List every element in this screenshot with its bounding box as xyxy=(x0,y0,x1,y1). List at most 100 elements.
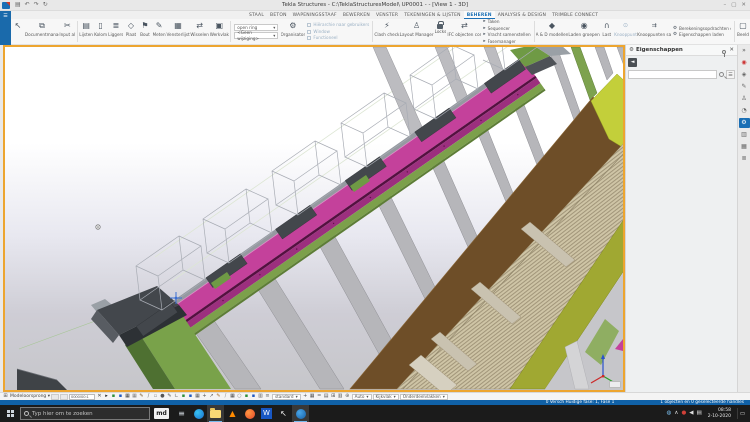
close-button[interactable]: ✕ xyxy=(741,0,746,10)
clash-check-button[interactable]: ⚡ Clash check xyxy=(374,19,400,44)
vensterlijst-button[interactable]: ▦ Vensterlijst xyxy=(166,19,190,44)
search-icon[interactable] xyxy=(719,72,724,77)
save-icon[interactable]: ▤ xyxy=(13,0,23,10)
panel-back-button[interactable]: ◄ xyxy=(628,58,637,67)
start-button[interactable] xyxy=(0,405,20,422)
taken-button[interactable]: ▸ Taken xyxy=(483,19,530,25)
model-viewport[interactable] xyxy=(3,45,625,392)
green-rafter-rib[interactable] xyxy=(570,47,598,101)
model-3d-scene[interactable] xyxy=(5,47,623,390)
notification-center-icon[interactable]: ▭ xyxy=(737,408,747,419)
snap3[interactable]: ▪ xyxy=(117,393,124,400)
file-explorer[interactable] xyxy=(207,405,224,422)
meten-button[interactable]: ✎ Meten xyxy=(152,19,166,44)
user-icon[interactable]: ♙ xyxy=(739,94,750,104)
alert-icon[interactable]: ● xyxy=(681,405,686,422)
kolom-button[interactable]: ▯ Kolom xyxy=(94,19,108,44)
organisator-button[interactable]: ⚙ Organisator xyxy=(280,19,306,44)
expand-icon[interactable]: » xyxy=(739,46,750,56)
clear[interactable]: ✕ xyxy=(96,393,103,400)
document-manager-button[interactable]: ⧉Documentmanager xyxy=(25,19,59,44)
snap4[interactable]: ▦ xyxy=(124,393,131,400)
snap22[interactable]: ▪ xyxy=(250,393,257,400)
snap21[interactable]: ▪ xyxy=(243,393,250,400)
taskbar-clock[interactable]: 08:58 2-10-2020 xyxy=(705,408,734,419)
snap10[interactable]: ✎ xyxy=(166,393,173,400)
beeld-button[interactable]: ▢ Beeld xyxy=(736,19,750,44)
knooppunten-samenvoegen-button[interactable]: ⇉Knooppunten samenvoegen xyxy=(637,19,671,44)
snapb4[interactable]: ▤ xyxy=(323,393,330,400)
snap18[interactable]: / xyxy=(222,393,229,400)
snapb5[interactable]: ⊞ xyxy=(330,393,337,400)
tab-beheren[interactable]: BEHEREN xyxy=(463,11,495,19)
origin-point-marker[interactable] xyxy=(95,224,101,230)
edge-browser[interactable] xyxy=(190,405,207,422)
locks-button[interactable]: Locks xyxy=(433,19,447,44)
tab-beton[interactable]: BETON xyxy=(267,11,290,19)
vlc-player[interactable]: ▲ xyxy=(224,405,241,422)
pointer-app[interactable]: ↖ xyxy=(275,405,292,422)
view-plane-dropdown[interactable]: Kijkvlak ▾ xyxy=(372,393,399,400)
wisselen-button[interactable]: ⇄ Wisselen xyxy=(190,19,209,44)
snap8[interactable]: ▫ xyxy=(152,393,159,400)
snap5[interactable]: ▦ xyxy=(131,393,138,400)
tekla-structures-app[interactable] xyxy=(292,405,309,422)
tab-analysis-design[interactable]: ANALYSIS & DESIGN xyxy=(495,11,549,19)
lijsten-button[interactable]: ▤ Lijsten xyxy=(79,19,94,44)
console-app[interactable]: ≡ xyxy=(173,405,190,422)
tab-staal[interactable]: STAAL xyxy=(246,11,267,19)
snap-depth-dropdown[interactable]: Auto ▾ xyxy=(351,393,372,400)
minimize-button[interactable]: – xyxy=(723,0,726,10)
firefox-browser[interactable] xyxy=(241,405,258,422)
corner-bracket[interactable] xyxy=(16,368,67,390)
tab-bewerken[interactable]: BEWERKEN xyxy=(340,11,373,19)
snap7[interactable]: / xyxy=(145,393,152,400)
vracht-button[interactable]: ▸ Vracht samenstellen xyxy=(483,32,530,38)
window-checkbox[interactable]: Window xyxy=(307,29,369,35)
tekla-online-icon[interactable]: ◉ xyxy=(739,58,750,68)
snap11[interactable]: ∟ xyxy=(173,393,180,400)
snapb2[interactable]: ▦ xyxy=(309,393,316,400)
berekeningsopdrachten-button[interactable]: ⚙Berekeningsopdrachten onderzoeken xyxy=(673,26,731,32)
volume-icon[interactable]: ◀ xyxy=(689,405,693,422)
tab-venster[interactable]: VENSTER xyxy=(373,11,401,19)
snap15[interactable]: + xyxy=(201,393,208,400)
snap12[interactable]: ▪ xyxy=(180,393,187,400)
sequencer-button[interactable]: ▸ Sequencer xyxy=(483,26,530,32)
knooppunt-button[interactable]: ⊙ Knooppunt xyxy=(614,19,637,44)
history-icon[interactable]: ◔ xyxy=(739,106,750,116)
modification-dropdown[interactable]: <Geen wijziging> ▾ xyxy=(234,30,279,41)
ifc-convert-button[interactable]: ⇄IFC objecten converteren xyxy=(447,19,481,44)
panel-search-input[interactable] xyxy=(628,70,717,79)
snap6[interactable]: ✎ xyxy=(138,393,145,400)
snap20[interactable]: ○ xyxy=(236,393,243,400)
redo-icon[interactable]: ↷ xyxy=(32,0,41,10)
language-icon[interactable]: ▤ xyxy=(697,405,702,422)
bout-button[interactable]: ⚑ Bout xyxy=(138,19,152,44)
select-tool-button[interactable]: ↖ xyxy=(11,19,25,44)
word-app[interactable]: W xyxy=(258,405,275,422)
functioneel-checkbox[interactable]: Functioneel xyxy=(307,35,369,41)
snap9[interactable]: ● xyxy=(159,393,166,400)
layout-manager-button[interactable]: ♙ Layout Manager xyxy=(400,19,434,44)
taskbar-search[interactable]: Typ hier om te zoeken xyxy=(20,407,150,420)
snapb6[interactable]: ▥ xyxy=(337,393,344,400)
tab-tekeningen-lijsten[interactable]: TEKENINGEN & LIJSTEN xyxy=(401,11,464,19)
snap23[interactable]: ▥ xyxy=(257,393,264,400)
snapb7[interactable]: ⊕ xyxy=(344,393,351,400)
md-app-button[interactable]: md xyxy=(154,408,169,419)
part-planes-dropdown[interactable]: Onderdeelvlakken ▾ xyxy=(399,393,448,400)
close-icon[interactable]: ✕ xyxy=(729,47,734,54)
model-origin-dropdown[interactable]: Modeloorsprong ▾ xyxy=(10,394,50,399)
ad-modellen-button[interactable]: ◆ A & D modellen xyxy=(536,19,569,44)
view-corner-widget[interactable] xyxy=(609,381,621,388)
edit-icon[interactable]: ✎ xyxy=(739,82,750,92)
coord-lock-button[interactable] xyxy=(50,393,59,400)
snap16[interactable]: ↗ xyxy=(208,393,215,400)
file-menu-button[interactable]: ☰ xyxy=(0,11,11,45)
snap1[interactable]: ▸ xyxy=(103,393,110,400)
snap2[interactable]: ▪ xyxy=(110,393,117,400)
last-button[interactable]: ∩ Last xyxy=(600,19,614,44)
coordinate-field[interactable] xyxy=(68,393,95,400)
snap17[interactable]: ✎ xyxy=(215,393,222,400)
